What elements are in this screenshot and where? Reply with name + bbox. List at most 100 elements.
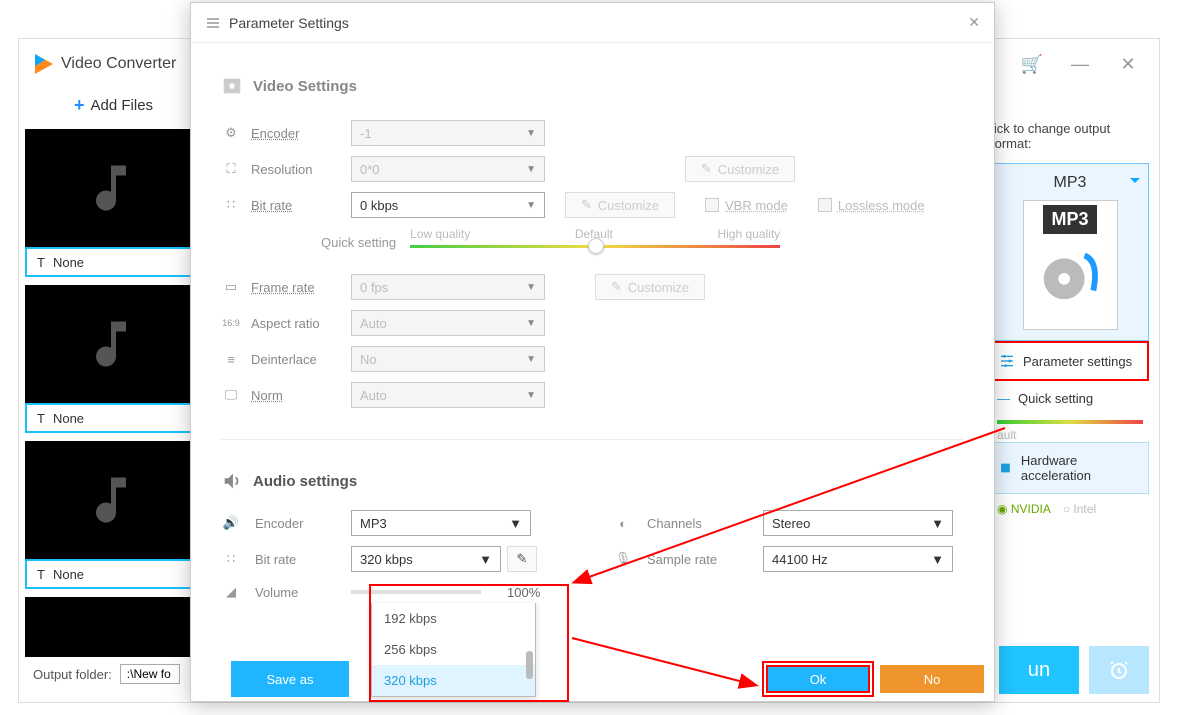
audio-encoder-label: Encoder — [255, 516, 345, 531]
file-list: TNone TNone TNone — [19, 121, 214, 657]
close-window-button[interactable]: ✕ — [1113, 49, 1143, 79]
channels-label: Channels — [647, 516, 737, 531]
pencil-icon: ✎ — [581, 197, 592, 213]
deint-select: No▼ — [351, 346, 545, 372]
no-button[interactable]: No — [880, 665, 984, 693]
dialog-titlebar: Parameter Settings ✕ — [191, 3, 994, 43]
speaker-icon: 🔊 — [221, 513, 241, 533]
pencil-icon: ✎ — [611, 279, 622, 295]
framerate-label: Frame rate — [251, 280, 341, 295]
bitrate-customize-button[interactable]: ✎Customize — [565, 192, 675, 218]
bitrate-edit-button[interactable]: ✎ — [507, 546, 537, 572]
vbr-mode-checkbox[interactable]: VBR mode — [705, 198, 788, 213]
plus-icon: + — [74, 95, 85, 116]
hardware-accel-button[interactable]: Hardware acceleration — [991, 442, 1149, 494]
dash-icon: — — [997, 391, 1010, 406]
sliders-icon — [999, 353, 1015, 369]
resolution-label: Resolution — [251, 162, 341, 177]
output-format-card[interactable]: MP3 MP3 — [991, 163, 1149, 341]
chip-icon — [998, 460, 1013, 476]
logo-icon — [35, 54, 53, 74]
bitrate-dropdown[interactable]: 192 kbps 256 kbps 320 kbps — [371, 603, 536, 697]
audio-bitrate-label: Bit rate — [255, 552, 345, 567]
framerate-icon: ▭ — [221, 277, 241, 297]
audio-encoder-select[interactable]: MP3▼ — [351, 510, 531, 536]
run-button[interactable]: un — [999, 646, 1079, 694]
text-icon: T — [37, 567, 45, 582]
dropdown-option-selected[interactable]: 320 kbps — [372, 665, 535, 696]
app-title: Video Converter — [61, 55, 176, 73]
nvidia-badge: ◉ NVIDIA — [997, 502, 1051, 516]
quality-label: ault — [991, 428, 1149, 442]
format-image: MP3 — [1023, 200, 1118, 330]
volume-label: Volume — [255, 585, 345, 600]
video-section-header: Video Settings — [221, 75, 964, 97]
volume-percent: 100% — [507, 585, 540, 600]
cart-icon[interactable]: 🛒 — [1017, 49, 1047, 79]
file-thumbnail[interactable] — [25, 441, 197, 559]
ok-button[interactable]: Ok — [766, 665, 870, 693]
norm-icon: 🖵 — [221, 385, 241, 405]
deint-icon: ≡ — [221, 349, 241, 369]
framerate-select: 0 fps▼ — [351, 274, 545, 300]
norm-label: Norm — [251, 388, 341, 403]
text-icon: T — [37, 411, 45, 426]
file-caption-row[interactable]: TNone — [25, 247, 197, 277]
parameter-settings-button[interactable]: Parameter settings — [991, 341, 1149, 381]
audio-bitrate-select[interactable]: 320 kbps▼ — [351, 546, 501, 572]
video-encoder-select: -1▼ — [351, 120, 545, 146]
text-icon: T — [37, 255, 45, 270]
speaker-icon — [221, 470, 243, 492]
file-caption-row[interactable]: TNone — [25, 559, 197, 589]
clock-icon — [1107, 658, 1131, 682]
scrollbar-thumb[interactable] — [526, 651, 533, 679]
dialog-title: Parameter Settings — [229, 15, 349, 31]
bitrate-icon: ∷ — [221, 195, 241, 215]
film-icon — [221, 75, 243, 97]
video-bitrate-select[interactable]: 0 kbps▼ — [351, 192, 545, 218]
aspect-label: Aspect ratio — [251, 316, 341, 331]
hw-vendors: ◉ NVIDIA ○ Intel — [991, 494, 1149, 524]
sample-label: Sample rate — [647, 552, 737, 567]
pencil-icon: ✎ — [701, 161, 712, 177]
sample-select[interactable]: 44100 Hz▼ — [763, 546, 953, 572]
audio-section-header: Audio settings — [221, 470, 964, 492]
sliders-icon — [205, 15, 221, 31]
channels-icon: ◐ — [613, 513, 633, 533]
app-logo: Video Converter — [35, 54, 176, 74]
close-icon[interactable]: ✕ — [968, 14, 980, 31]
lossless-mode-checkbox[interactable]: Lossless mode — [818, 198, 925, 213]
file-thumbnail[interactable] — [25, 597, 197, 657]
volume-slider[interactable] — [351, 590, 481, 594]
minimize-button[interactable]: — — [1065, 49, 1095, 79]
quick-setting-row: Quick setting Low qualityDefaultHigh qua… — [221, 227, 964, 257]
aspect-icon: 16:9 — [221, 313, 241, 333]
framerate-customize-button: ✎Customize — [595, 274, 705, 300]
file-thumbnail[interactable] — [25, 129, 197, 247]
channels-select[interactable]: Stereo▼ — [763, 510, 953, 536]
quick-setting-button[interactable]: — Quick setting — [991, 381, 1149, 416]
file-thumbnail[interactable] — [25, 285, 197, 403]
format-hint: lick to change output format: — [991, 121, 1149, 151]
slider-knob[interactable] — [588, 238, 604, 254]
encoder-icon: ⚙ — [221, 123, 241, 143]
format-panel: lick to change output format: MP3 MP3 Pa… — [981, 121, 1159, 524]
output-folder-row: Output folder: — [33, 664, 180, 684]
quality-bar — [997, 420, 1143, 424]
resolution-select: 0*0▼ — [351, 156, 545, 182]
volume-icon: ◢ — [221, 582, 241, 602]
deint-label: Deinterlace — [251, 352, 341, 367]
save-as-button[interactable]: Save as — [231, 661, 349, 697]
parameter-settings-dialog: Parameter Settings ✕ Video Settings ⚙ En… — [190, 2, 995, 702]
aspect-select: Auto▼ — [351, 310, 545, 336]
norm-select: Auto▼ — [351, 382, 545, 408]
bitrate-icon: ∷ — [221, 549, 241, 569]
output-folder-input[interactable] — [120, 664, 180, 684]
dropdown-option[interactable]: 192 kbps — [372, 603, 535, 634]
quality-slider[interactable]: Low qualityDefaultHigh quality — [410, 227, 780, 257]
dropdown-option[interactable]: 256 kbps — [372, 634, 535, 665]
bitrate-label: Bit rate — [251, 198, 341, 213]
mic-icon: 🎙 — [613, 549, 633, 569]
schedule-button[interactable] — [1089, 646, 1149, 694]
file-caption-row[interactable]: TNone — [25, 403, 197, 433]
